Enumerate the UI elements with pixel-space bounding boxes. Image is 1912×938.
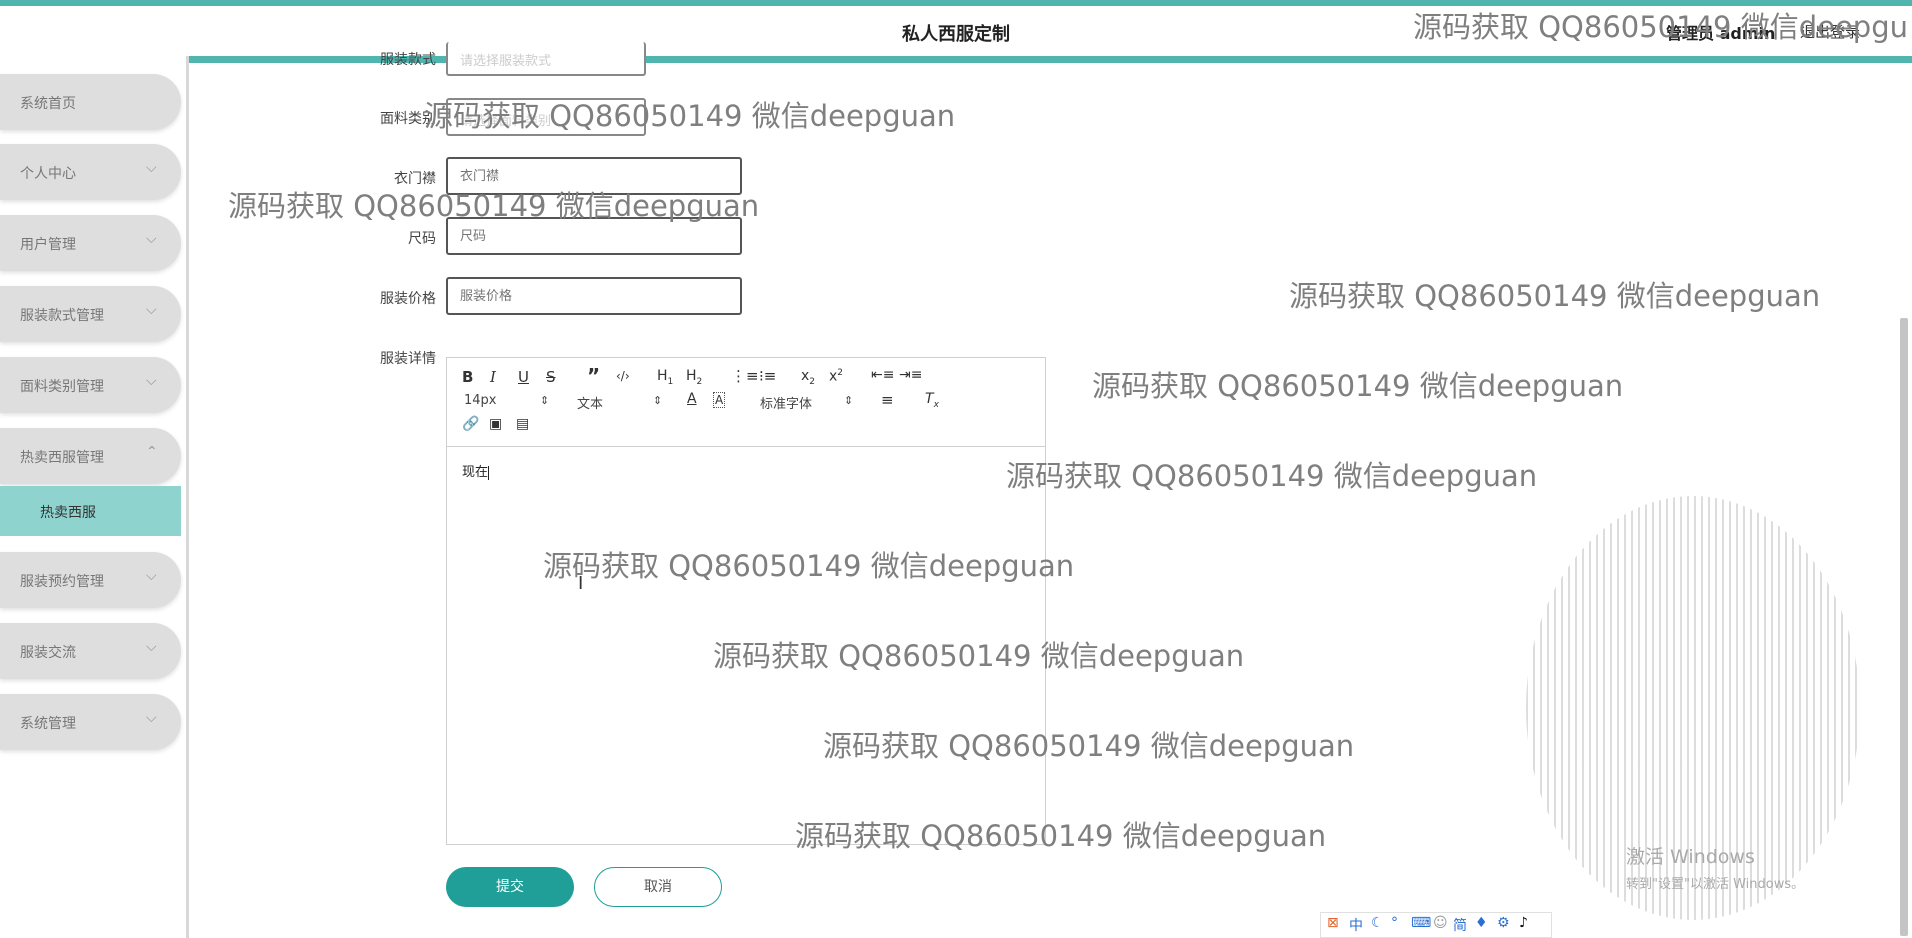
- superscript-icon[interactable]: x2: [829, 368, 843, 385]
- windows-activation-notice: 激活 Windows 转到"设置"以激活 Windows。: [1626, 842, 1804, 892]
- video-icon[interactable]: ▤: [516, 416, 529, 432]
- heading1-icon[interactable]: H1: [657, 368, 673, 387]
- sidebar-item-reservation-management[interactable]: 服装预约管理 ⌵: [0, 552, 181, 608]
- ordered-list-icon[interactable]: ⋮≡: [731, 367, 759, 385]
- sidebar-item-label: 用户管理: [20, 237, 76, 253]
- watermark-text: 源码获取 QQ86050149 微信deepguan: [1092, 369, 1624, 403]
- watermark-text: 源码获取 QQ86050149 微信deepguan: [228, 189, 760, 223]
- select-arrows-icon: ⇕: [844, 394, 854, 407]
- sidebar-item-personal-center[interactable]: 个人中心 ⌵: [0, 144, 181, 200]
- watermark-text: 源码获取 QQ86050149 微信deepguan: [795, 819, 1327, 853]
- italic-icon[interactable]: I: [490, 368, 496, 386]
- code-block-icon[interactable]: ‹/›: [616, 369, 630, 383]
- submit-button[interactable]: 提交: [446, 867, 574, 907]
- header-accent-line: [0, 56, 1912, 63]
- sidebar-item-label: 系统管理: [20, 716, 76, 732]
- keyboard-icon[interactable]: ⌨: [1411, 915, 1431, 931]
- sidebar-item-user-management[interactable]: 用户管理 ⌵: [0, 215, 181, 271]
- sidebar-subitem-label: 热卖西服: [40, 505, 96, 521]
- clear-format-icon[interactable]: Tx: [925, 391, 939, 410]
- sidebar-subitem-hot-suits[interactable]: 热卖西服: [0, 486, 181, 536]
- text-type-value: 文本: [577, 397, 604, 412]
- blockquote-icon[interactable]: ”: [587, 364, 600, 388]
- sidebar-item-label: 系统首页: [20, 96, 76, 112]
- image-icon[interactable]: ▣: [489, 416, 502, 432]
- detail-label: 服装详情: [380, 351, 436, 367]
- chevron-down-icon: ⌵: [146, 160, 157, 176]
- sidebar-item-fabric-management[interactable]: 面料类别管理 ⌵: [0, 357, 181, 413]
- skin-icon[interactable]: ♦: [1475, 915, 1488, 931]
- size-label: 尺码: [408, 231, 436, 247]
- underline-icon[interactable]: U: [518, 368, 529, 386]
- background-color-icon[interactable]: A: [713, 392, 726, 408]
- outdent-icon[interactable]: ⇤≡: [871, 367, 894, 383]
- sidebar-item-label: 服装交流: [20, 645, 76, 661]
- select-arrows-icon: ⇕: [653, 394, 663, 407]
- watermark-text: 源码获取 QQ86050149 微信deepguan: [1289, 279, 1821, 313]
- sidebar-item-label: 服装款式管理: [20, 308, 104, 324]
- subscript-icon[interactable]: x2: [801, 368, 815, 387]
- watermark-text: 源码获取 QQ86050149 微信deepguan: [823, 729, 1355, 763]
- chevron-down-icon: ⌵: [146, 231, 157, 247]
- moon-icon[interactable]: ☾: [1371, 915, 1384, 931]
- font-size-select[interactable]: 14px ⇕: [464, 393, 550, 408]
- indent-icon[interactable]: ⇥≡: [899, 367, 922, 383]
- vertical-scrollbar[interactable]: [1900, 318, 1908, 936]
- cancel-button[interactable]: 取消: [594, 867, 722, 907]
- sidebar-item-system-management[interactable]: 系统管理 ⌵: [0, 694, 181, 750]
- sidebar: 系统首页 个人中心 ⌵ 用户管理 ⌵ 服装款式管理 ⌵ 面料类别管理 ⌵ 热卖西…: [0, 56, 189, 938]
- style-label: 服装款式: [380, 52, 436, 68]
- ime-toolbar: ⊠ 中 ☾ ° ⌨ ☺ 简 ♦ ⚙ ♪: [1320, 912, 1552, 938]
- user-icon[interactable]: ☺: [1433, 915, 1448, 931]
- align-icon[interactable]: ≡: [881, 391, 894, 409]
- rich-text-editor: B I U S ” ‹/› H1 H2 ⋮≡ ⁝≡ x2 x2 ⇤≡ ⇥≡ 14…: [446, 357, 1046, 845]
- watermark-text: 源码获取 QQ86050149 微信deepguan: [424, 99, 956, 133]
- chevron-down-icon: ⌵: [146, 302, 157, 318]
- watermark-text: 源码获取 QQ86050149 微信deepguan: [543, 549, 1075, 583]
- fabric-label: 面料类别: [380, 111, 436, 127]
- price-input[interactable]: [446, 277, 742, 315]
- chevron-down-icon: ⌵: [146, 373, 157, 389]
- ime-mode-chinese[interactable]: 中: [1349, 915, 1363, 935]
- sidebar-item-label: 个人中心: [20, 166, 76, 182]
- font-family-value: 标准字体: [760, 397, 813, 412]
- select-arrows-icon: ⇕: [540, 394, 550, 407]
- font-size-value: 14px: [464, 393, 497, 408]
- font-family-select[interactable]: 标准字体 ⇕: [760, 393, 854, 412]
- activation-title: 激活 Windows: [1626, 846, 1755, 868]
- text-type-select[interactable]: 文本 ⇕: [577, 393, 663, 412]
- heading2-icon[interactable]: H2: [686, 368, 702, 387]
- price-label: 服装价格: [380, 291, 436, 307]
- settings-icon[interactable]: ⚙: [1497, 915, 1510, 931]
- editor-content: 现在: [462, 465, 490, 480]
- sidebar-item-label: 热卖西服管理: [20, 450, 104, 466]
- style-select-placeholder: 请选择服装款式: [460, 54, 552, 69]
- chevron-down-icon: ⌵: [146, 710, 157, 726]
- strikethrough-icon[interactable]: S: [546, 368, 556, 386]
- style-select[interactable]: 请选择服装款式: [446, 42, 646, 76]
- bullet-list-icon[interactable]: ⁝≡: [759, 367, 776, 385]
- ime-logo-icon[interactable]: ⊠: [1327, 915, 1339, 931]
- app-icon[interactable]: ♪: [1519, 915, 1528, 931]
- chevron-down-icon: ⌵: [146, 639, 157, 655]
- sidebar-item-home[interactable]: 系统首页: [0, 74, 181, 130]
- font-color-icon[interactable]: A: [687, 391, 697, 407]
- sidebar-item-clothing-forum[interactable]: 服装交流 ⌵: [0, 623, 181, 679]
- ime-simplified[interactable]: 简: [1453, 915, 1467, 935]
- activation-subtitle: 转到"设置"以激活 Windows。: [1626, 877, 1805, 892]
- watermark-text: 源码获取 QQ86050149 微信deepgu: [1413, 10, 1908, 44]
- sidebar-item-style-management[interactable]: 服装款式管理 ⌵: [0, 286, 181, 342]
- watermark-text: 源码获取 QQ86050149 微信deepguan: [1006, 459, 1538, 493]
- sidebar-item-label: 面料类别管理: [20, 379, 104, 395]
- editor-toolbar: B I U S ” ‹/› H1 H2 ⋮≡ ⁝≡ x2 x2 ⇤≡ ⇥≡ 14…: [447, 358, 1045, 447]
- chevron-up-icon: ⌃: [146, 444, 158, 460]
- link-icon[interactable]: 🔗: [462, 416, 479, 432]
- bold-icon[interactable]: B: [462, 368, 473, 386]
- punctuation-icon[interactable]: °: [1391, 915, 1398, 931]
- chevron-down-icon: ⌵: [146, 568, 157, 584]
- watermark-text: 源码获取 QQ86050149 微信deepguan: [713, 639, 1245, 673]
- sidebar-item-hot-suits-management[interactable]: 热卖西服管理 ⌃: [0, 428, 181, 484]
- sidebar-item-label: 服装预约管理: [20, 574, 104, 590]
